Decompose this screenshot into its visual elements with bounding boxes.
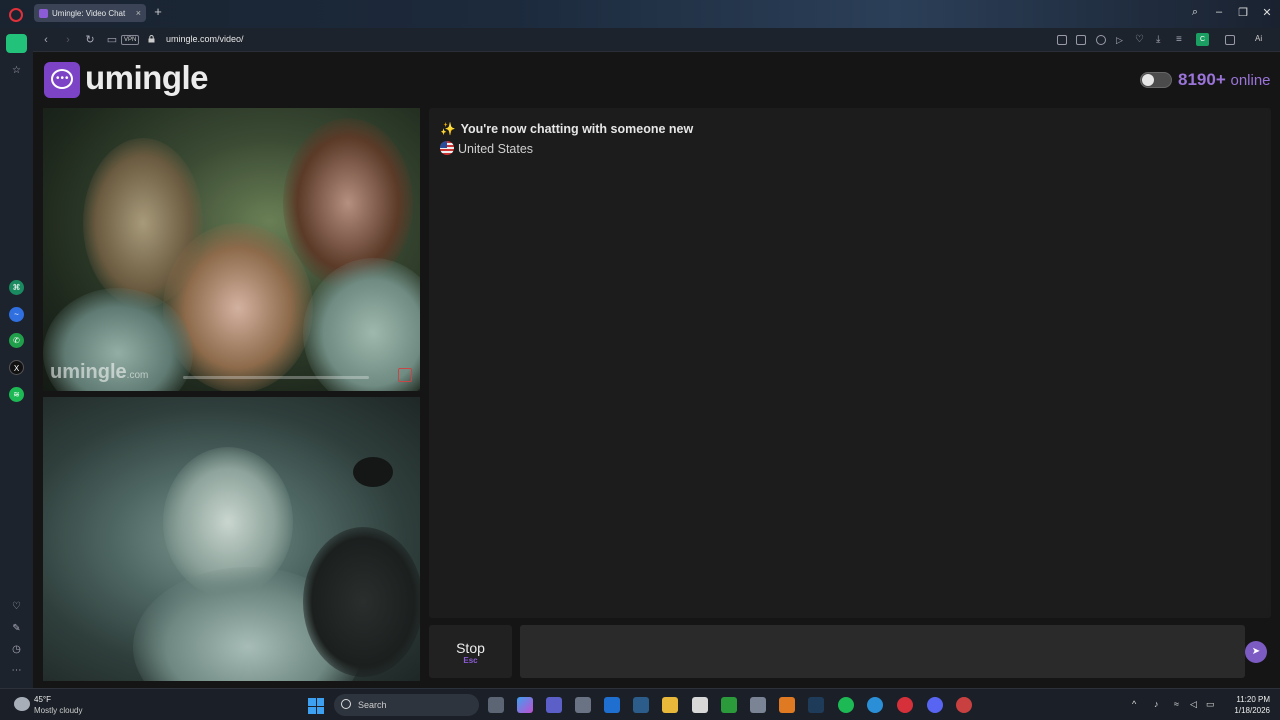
snapshot-icon[interactable]: ▭ [106, 34, 118, 46]
cube-icon[interactable] [1225, 35, 1235, 45]
tab-close-button[interactable]: × [136, 8, 141, 18]
restore-button[interactable]: ❐ [1236, 6, 1250, 19]
shield-icon[interactable] [1096, 35, 1106, 45]
store-icon[interactable] [575, 697, 591, 713]
stranger-video: umingle.com [43, 108, 420, 391]
us-flag-icon [440, 141, 454, 155]
back-button[interactable]: ‹ [40, 34, 52, 46]
address-bar: ‹ › ↻ ▭ VPN umingle.com/video/ ▷ ♡ ⤓ ≡ C… [0, 28, 1280, 52]
star-icon[interactable]: ☆ [10, 65, 23, 76]
video-progress-bar [183, 376, 369, 379]
extension-c-button[interactable]: C [1196, 33, 1209, 46]
online-count-label: online [1230, 72, 1271, 89]
edit-icon[interactable] [1057, 35, 1067, 45]
report-flag-icon[interactable] [398, 368, 412, 382]
windows-start-icon[interactable] [308, 698, 324, 714]
chat-log: ✨ You're now chatting with someone new Un… [429, 108, 1271, 618]
x-icon[interactable]: X [9, 360, 24, 375]
vpn-badge[interactable]: VPN [121, 35, 140, 45]
notepad-icon[interactable] [692, 697, 708, 713]
send-icon[interactable]: ➤ [1245, 641, 1267, 663]
lock-icon[interactable] [148, 35, 155, 43]
umingle-logo-icon[interactable]: ••• [44, 62, 80, 98]
reload-button[interactable]: ↻ [84, 34, 96, 46]
online-count-value: 8190+ [1178, 70, 1226, 89]
sparkle-icon: ✨ [440, 122, 456, 136]
cloudy-weather-icon[interactable] [14, 697, 30, 711]
heart-icon[interactable]: ♡ [10, 601, 23, 612]
online-count: 8190+ online [1178, 70, 1271, 90]
chat-status-text: You're now chatting with someone new [460, 122, 694, 136]
forward-button[interactable]: › [62, 34, 74, 46]
umingle-watermark: umingle.com [50, 361, 149, 383]
tab-search-icon[interactable]: ⌕ [1188, 6, 1202, 19]
edge-icon[interactable] [867, 697, 883, 713]
dark-mode-toggle[interactable] [1140, 72, 1172, 88]
camera-icon[interactable] [1076, 35, 1086, 45]
stranger-country-name: United States [458, 142, 534, 156]
taskbar-search[interactable]: Search [334, 694, 479, 716]
wifi-icon[interactable]: ≈ [1174, 699, 1179, 709]
tray-expand-icon[interactable]: ^ [1132, 699, 1136, 709]
microphone-icon[interactable]: ♪ [1154, 699, 1159, 709]
umingle-page: ••• umingle 8190+ online umingle.com ✨ Yo… [33, 53, 1280, 688]
umingle-favicon-icon [39, 8, 48, 18]
stop-button-label: Stop [456, 640, 485, 656]
weather-description[interactable]: Mostly cloudy [34, 706, 82, 715]
teams-icon[interactable] [546, 697, 562, 713]
task-view-icon[interactable] [488, 697, 504, 713]
edit-icon[interactable]: ✎ [10, 623, 23, 634]
tab-title: Umingle: Video Chat [52, 8, 126, 18]
menu-icon[interactable]: ≡ [1176, 35, 1186, 45]
windows-taskbar: 45°F Mostly cloudy Search ^ ♪ ≈ ◁ ▭ 11:2… [0, 688, 1280, 720]
discord-icon[interactable] [927, 697, 943, 713]
heart-icon[interactable]: ♡ [1135, 35, 1145, 45]
message-input[interactable] [520, 625, 1245, 678]
chatgpt-icon[interactable]: ⌘ [9, 280, 24, 295]
browser-tab-bar: Umingle: Video Chat × + ⌕ – ❐ ✕ [0, 0, 1280, 28]
stop-button-shortcut: Esc [463, 656, 478, 665]
chat-app-icon[interactable] [956, 697, 972, 713]
home-icon[interactable] [6, 34, 27, 53]
play-icon[interactable]: ▷ [1116, 35, 1126, 45]
history-icon[interactable]: ◷ [10, 644, 23, 655]
steam-icon[interactable] [633, 697, 649, 713]
aria-ai-button[interactable]: Ai [1255, 34, 1262, 43]
search-icon [341, 699, 351, 709]
tab-umingle[interactable]: Umingle: Video Chat × [34, 4, 146, 22]
clock-time: 11:20 PM [1236, 695, 1270, 704]
chat-status-message: ✨ You're now chatting with someone new [440, 122, 693, 137]
file-explorer-icon[interactable] [662, 697, 678, 713]
blender-icon[interactable] [779, 697, 795, 713]
settings-icon[interactable] [750, 697, 766, 713]
outlook-icon[interactable] [604, 697, 620, 713]
copilot-icon[interactable] [517, 697, 533, 713]
stranger-country: United States [440, 141, 533, 156]
taskbar-clock[interactable]: 11:20 PM 1/18/2026 [1226, 694, 1270, 716]
download-icon[interactable]: ⤓ [1156, 35, 1166, 45]
spotify-icon[interactable]: ≋ [9, 387, 24, 402]
clock-date: 1/18/2026 [1234, 706, 1270, 715]
weather-temperature[interactable]: 45°F [34, 695, 51, 704]
volume-icon[interactable]: ◁ [1190, 699, 1197, 710]
self-video [43, 397, 420, 681]
messenger-icon[interactable]: ~ [9, 307, 24, 322]
opera-logo-icon[interactable] [9, 8, 23, 22]
stop-button[interactable]: Stop Esc [429, 625, 512, 678]
xbox-icon[interactable] [721, 697, 737, 713]
spotify-taskbar-icon[interactable] [838, 697, 854, 713]
steam-app-icon[interactable] [808, 697, 824, 713]
battery-icon[interactable]: ▭ [1206, 699, 1215, 710]
opera-sidebar: ☆ ⌘ ~ ✆ X ≋ ♡ ✎ ◷ ⋯ [0, 28, 33, 688]
opera-taskbar-icon[interactable] [897, 697, 913, 713]
url-field[interactable]: umingle.com/video/ [166, 34, 244, 44]
new-tab-button[interactable]: + [152, 5, 164, 18]
logo-text[interactable]: umingle [85, 59, 209, 97]
minimize-button[interactable]: – [1212, 6, 1226, 18]
whatsapp-icon[interactable]: ✆ [9, 333, 24, 348]
close-window-button[interactable]: ✕ [1260, 6, 1274, 19]
more-icon[interactable]: ⋯ [10, 665, 23, 676]
